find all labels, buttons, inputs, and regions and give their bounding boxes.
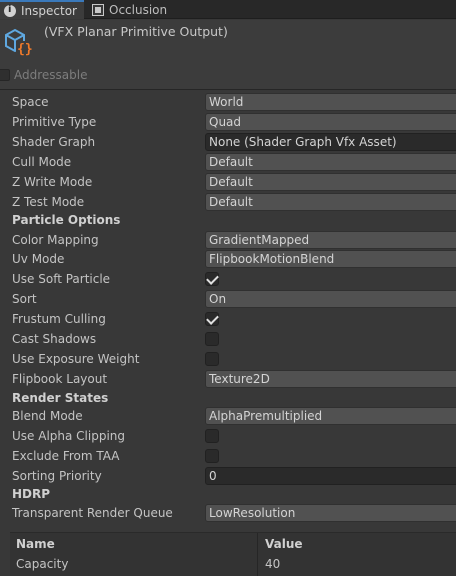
cast-shadows-checkbox[interactable] <box>205 332 219 346</box>
z-write-mode-dropdown[interactable]: Default <box>205 173 456 191</box>
addressable-toggle[interactable]: Addressable <box>0 66 87 84</box>
property-label-transparent-render-queue: Transparent Render Queue <box>12 506 173 520</box>
section-header-render-states: Render States <box>12 391 109 405</box>
space-dropdown[interactable]: World <box>205 93 456 111</box>
property-label-cull-mode: Cull Mode <box>12 155 72 169</box>
property-row-use-alpha-clipping: Use Alpha Clipping <box>0 426 456 446</box>
property-label-shader-graph: Shader Graph <box>12 135 96 149</box>
info-icon <box>4 4 16 17</box>
property-label-z-test-mode: Z Test Mode <box>12 195 85 209</box>
property-label-z-write-mode: Z Write Mode <box>12 175 93 189</box>
property-row-uv-mode: Uv Mode FlipbookMotionBlend <box>0 249 456 269</box>
component-title: (VFX Planar Primitive Output) <box>44 24 228 39</box>
flipbook-layout-dropdown[interactable]: Texture2D <box>205 370 456 388</box>
table-column-divider[interactable] <box>257 533 258 576</box>
property-row-render-states: Render States <box>0 388 456 408</box>
property-label-use-soft-particle: Use Soft Particle <box>12 272 111 286</box>
property-row-transparent-render-queue: Transparent Render Queue LowResolution <box>0 503 456 523</box>
sort-dropdown[interactable]: On <box>205 290 456 308</box>
table-cell-name: Capacity <box>16 557 69 571</box>
property-row-z-test-mode: Z Test Mode Default <box>0 192 456 212</box>
property-label-exclude-from-taa: Exclude From TAA <box>12 449 120 463</box>
frustum-culling-checkbox[interactable] <box>205 312 219 326</box>
property-row-blend-mode: Blend Mode AlphaPremultiplied <box>0 406 456 426</box>
property-row-shader-graph: Shader Graph None (Shader Graph Vfx Asset… <box>0 132 456 152</box>
property-label-uv-mode: Uv Mode <box>12 252 65 266</box>
svg-text:{}: {} <box>17 42 33 57</box>
section-header-particle-options: Particle Options <box>12 213 121 227</box>
property-row-use-exposure-weight: Use Exposure Weight <box>0 349 456 369</box>
tab-occlusion-label: Occlusion <box>109 2 168 17</box>
section-header-hdrp: HDRP <box>12 487 51 501</box>
color-mapping-dropdown[interactable]: GradientMapped <box>205 231 456 249</box>
use-exposure-weight-checkbox[interactable] <box>205 352 219 366</box>
use-alpha-clipping-checkbox[interactable] <box>205 429 219 443</box>
property-row-hdrp: HDRP <box>0 484 456 504</box>
shader-graph-object-field[interactable]: None (Shader Graph Vfx Asset) <box>205 133 456 151</box>
use-soft-particle-checkbox[interactable] <box>205 272 219 286</box>
property-label-blend-mode: Blend Mode <box>12 409 83 423</box>
tab-inspector-label: Inspector <box>21 3 77 18</box>
addressable-label: Addressable <box>14 68 88 82</box>
property-label-color-mapping: Color Mapping <box>12 233 99 247</box>
property-label-flipbook-layout: Flipbook Layout <box>12 372 108 386</box>
uv-mode-dropdown[interactable]: FlipbookMotionBlend <box>205 250 456 268</box>
component-header: {} (VFX Planar Primitive Output) Address… <box>0 20 456 90</box>
cull-mode-dropdown[interactable]: Default <box>205 153 456 171</box>
property-row-z-write-mode: Z Write Mode Default <box>0 172 456 192</box>
blend-mode-dropdown[interactable]: AlphaPremultiplied <box>205 407 456 425</box>
property-row-primitive-type: Primitive Type Quad <box>0 112 456 132</box>
property-row-flipbook-layout: Flipbook Layout Texture2D <box>0 369 456 389</box>
sorting-priority-number-field[interactable]: 0 <box>205 467 456 485</box>
transparent-render-queue-dropdown[interactable]: LowResolution <box>205 504 456 522</box>
exclude-from-taa-checkbox[interactable] <box>205 449 219 463</box>
property-row-space: Space World <box>0 92 456 112</box>
property-label-sort: Sort <box>12 292 37 306</box>
tab-inspector[interactable]: Inspector <box>0 0 84 19</box>
table-cell-value[interactable]: 40 <box>265 557 280 571</box>
property-label-cast-shadows: Cast Shadows <box>12 332 97 346</box>
z-test-mode-dropdown[interactable]: Default <box>205 193 456 211</box>
properties-table: Name Value Capacity 40 <box>10 532 456 576</box>
primitive-type-dropdown[interactable]: Quad <box>205 113 456 131</box>
property-row-particle-options: Particle Options <box>0 210 456 230</box>
vfx-output-icon: {} <box>5 28 33 57</box>
property-row-color-mapping: Color Mapping GradientMapped <box>0 230 456 250</box>
property-row-exclude-from-taa: Exclude From TAA <box>0 446 456 466</box>
window-tab-bar: Inspector Occlusion <box>0 0 456 19</box>
property-label-frustum-culling: Frustum Culling <box>12 312 106 326</box>
property-row-sorting-priority: Sorting Priority 0 <box>0 466 456 486</box>
property-row-cull-mode: Cull Mode Default <box>0 152 456 172</box>
property-row-sort: Sort On <box>0 289 456 309</box>
table-header-value: Value <box>265 537 303 551</box>
property-label-space: Space <box>12 95 49 109</box>
property-row-cast-shadows: Cast Shadows <box>0 329 456 349</box>
table-header-name: Name <box>16 537 55 551</box>
occlusion-icon <box>92 3 104 16</box>
tab-occlusion[interactable]: Occlusion <box>88 0 188 19</box>
property-label-sorting-priority: Sorting Priority <box>12 469 102 483</box>
property-label-primitive-type: Primitive Type <box>12 115 97 129</box>
property-row-frustum-culling: Frustum Culling <box>0 309 456 329</box>
property-label-use-exposure-weight: Use Exposure Weight <box>12 352 140 366</box>
property-row-use-soft-particle: Use Soft Particle <box>0 269 456 289</box>
addressable-checkbox[interactable] <box>0 69 10 81</box>
property-label-use-alpha-clipping: Use Alpha Clipping <box>12 429 126 443</box>
